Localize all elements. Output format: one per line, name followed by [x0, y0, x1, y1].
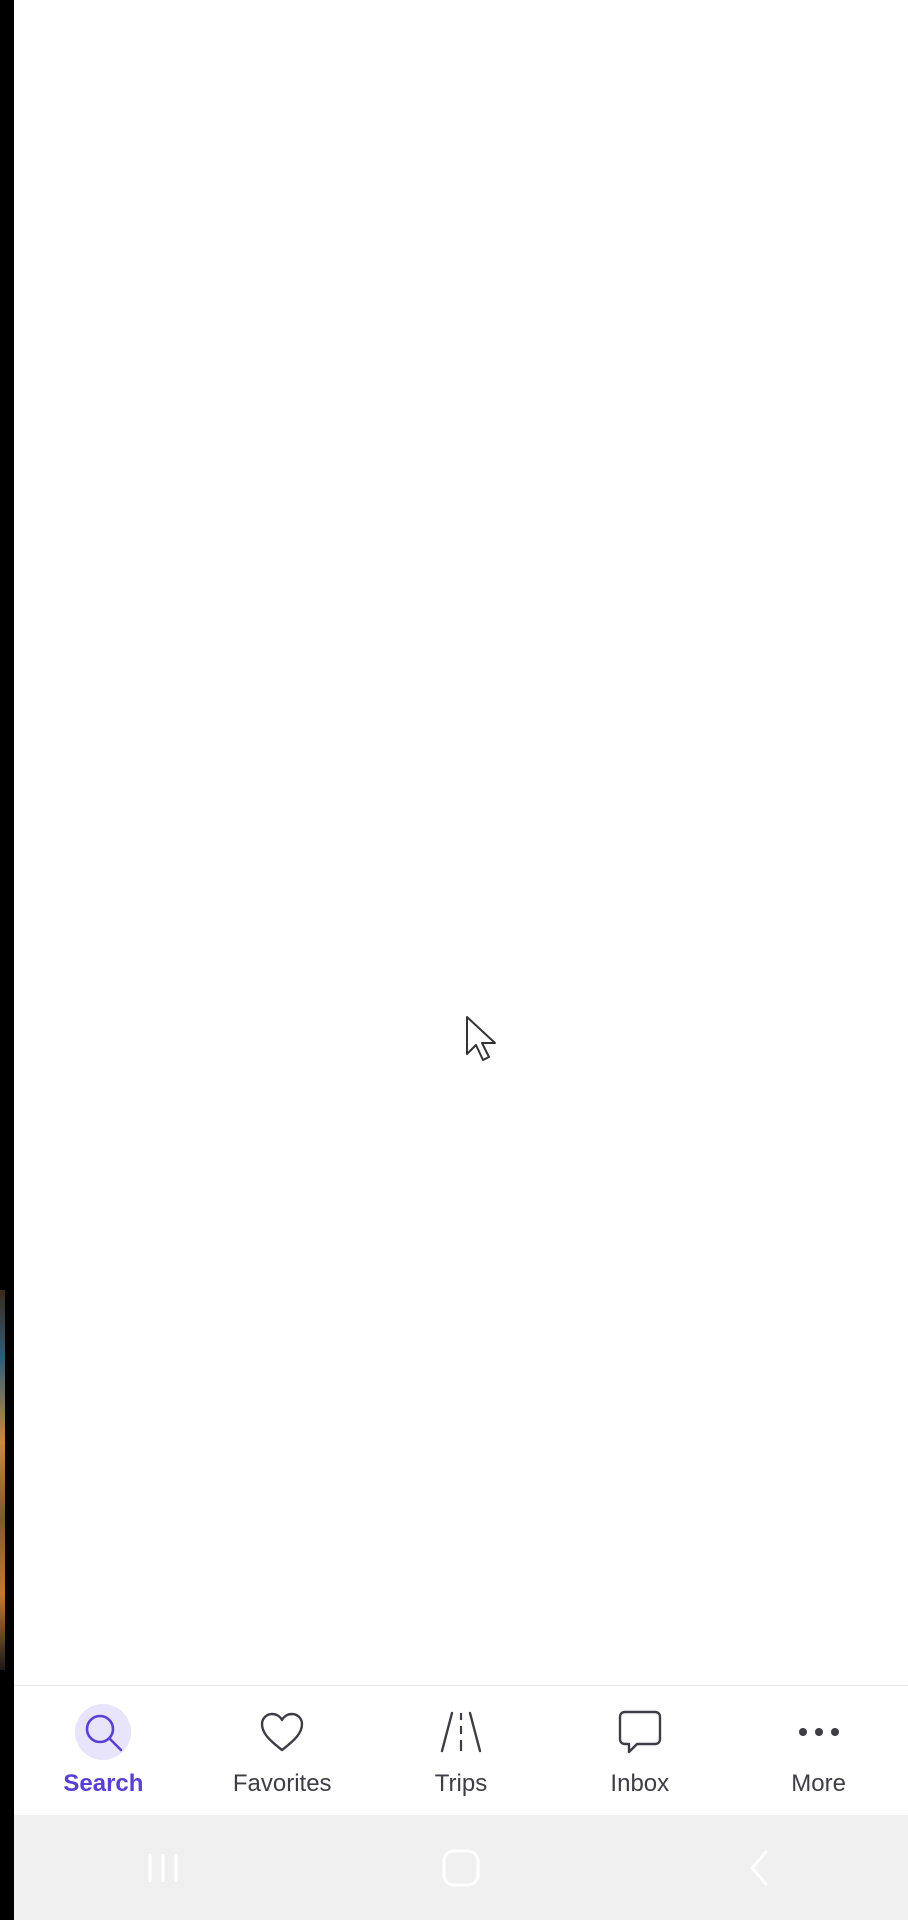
tab-inbox[interactable]: Inbox	[550, 1686, 729, 1816]
back-icon	[750, 1850, 768, 1885]
tab-favorites-label: Favorites	[232, 1770, 332, 1797]
more-dots-icon	[791, 1704, 847, 1760]
bottom-tab-bar: Search Favorites Trips Inbox More	[14, 1685, 908, 1816]
app-screen: Search Favorites Trips Inbox More	[0, 0, 908, 1920]
road-icon	[433, 1704, 489, 1760]
chat-bubble-icon	[612, 1704, 668, 1760]
tab-more-label: More	[791, 1770, 846, 1797]
system-navigation-bar	[14, 1815, 908, 1920]
background-image-edge	[0, 1290, 5, 1670]
home-button[interactable]	[421, 1838, 501, 1898]
recent-apps-icon	[148, 1853, 178, 1882]
tab-favorites[interactable]: Favorites	[193, 1686, 372, 1816]
tab-search-label: Search	[63, 1770, 144, 1797]
main-content-area	[14, 0, 908, 1685]
recent-apps-button[interactable]	[123, 1838, 203, 1898]
search-icon	[75, 1704, 132, 1760]
tab-trips[interactable]: Trips	[372, 1686, 551, 1816]
mouse-pointer-icon	[466, 1016, 496, 1061]
tab-more[interactable]: More	[729, 1686, 908, 1816]
tab-inbox-label: Inbox	[610, 1770, 670, 1797]
back-button[interactable]	[719, 1838, 799, 1898]
heart-icon	[254, 1704, 310, 1760]
home-icon	[442, 1849, 480, 1886]
tab-trips-label: Trips	[434, 1770, 488, 1797]
tab-search[interactable]: Search	[14, 1686, 193, 1816]
